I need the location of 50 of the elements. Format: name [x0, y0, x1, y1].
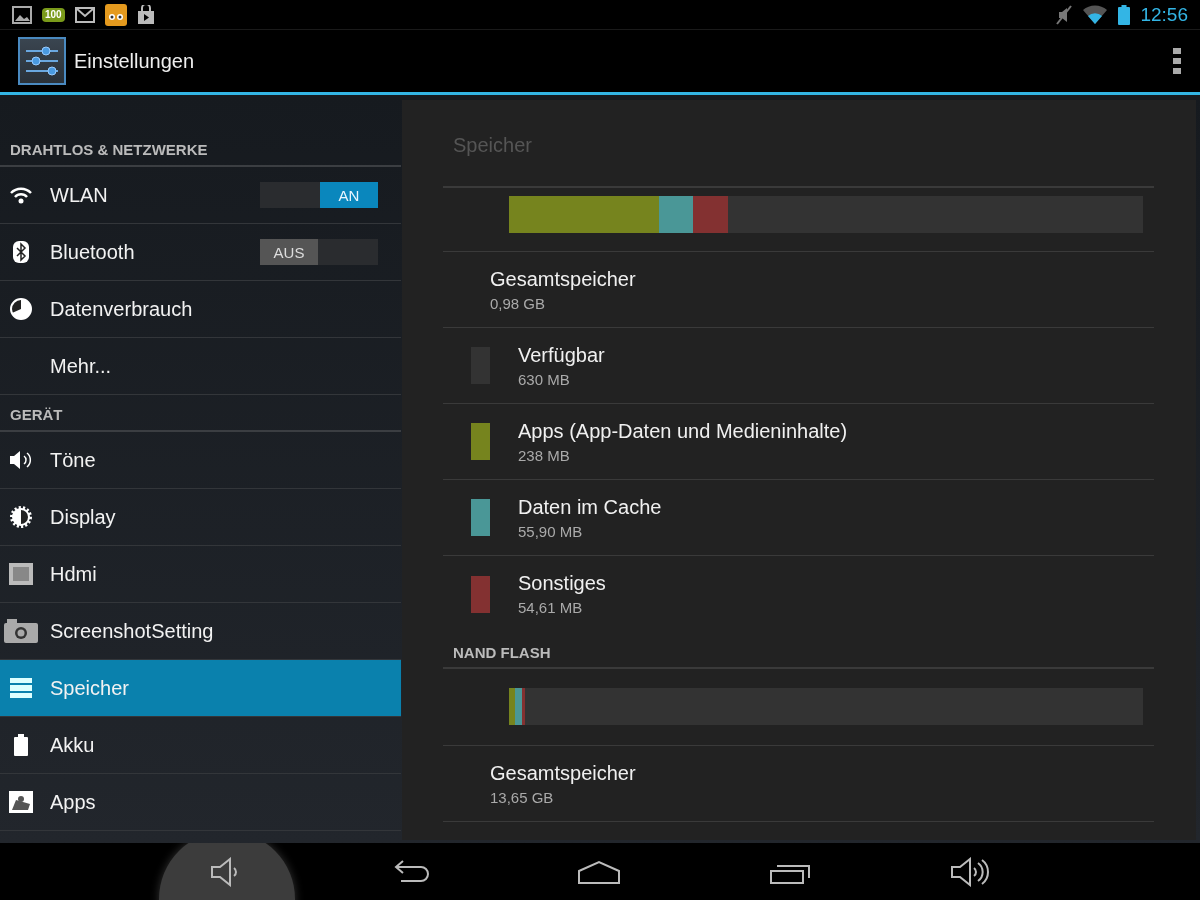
sliders-icon — [24, 45, 60, 77]
storage-icon — [10, 678, 32, 698]
storage-value: 13,65 GB — [490, 788, 555, 806]
overflow-menu-icon[interactable] — [1172, 48, 1182, 74]
storage-value: 0,98 GB — [490, 294, 547, 312]
settings-item[interactable]: Akku — [0, 717, 401, 774]
settings-item[interactable]: Datenverbrauch — [0, 281, 401, 338]
mail-icon — [74, 6, 95, 23]
storage-value: 54,61 MB — [518, 599, 584, 616]
screen-icon — [9, 563, 33, 585]
brightness-icon — [9, 505, 33, 529]
app-icon — [104, 3, 127, 26]
picture-icon — [12, 5, 32, 24]
storage-label: Sonstiges — [518, 572, 606, 595]
settings-item[interactable]: Mehr... — [0, 338, 401, 395]
battery-icon — [14, 734, 28, 756]
bluetooth-icon — [13, 241, 29, 263]
section-header: DRAHTLOS & NETZWERKE — [0, 95, 401, 167]
clock-time: 12:56 — [1140, 3, 1188, 26]
speaker-icon — [9, 449, 33, 471]
storage-label: Verfügbar — [518, 343, 605, 367]
settings-item[interactable]: Display — [0, 489, 401, 546]
wifi-icon — [1082, 4, 1109, 25]
battery-icon — [1118, 4, 1131, 25]
settings-item[interactable]: Speicher — [0, 660, 401, 717]
storage-label: Gesamtspeicher — [490, 267, 636, 291]
settings-item[interactable]: Apps — [0, 774, 401, 831]
notification-badge: 100 — [42, 7, 65, 22]
toggle-switch[interactable]: AN — [260, 182, 378, 208]
volume-up-icon[interactable] — [950, 857, 990, 887]
android-image-icon — [9, 791, 33, 813]
storage-value: 630 MB — [518, 370, 571, 388]
pie-chart-icon — [10, 298, 32, 320]
app-title: Einstellungen — [74, 49, 196, 73]
toggle-switch[interactable]: AUS — [260, 239, 378, 265]
shopping-bag-icon — [136, 4, 155, 25]
section-header: NAND FLASH — [443, 632, 1154, 669]
settings-item[interactable]: WLAN AN — [0, 167, 401, 224]
mute-icon — [1056, 4, 1073, 25]
storage-label: Apps (App-Daten und Medieninhalte) — [518, 419, 848, 443]
storage-label: Daten im Cache — [518, 495, 662, 519]
settings-item[interactable]: Hdmi — [0, 546, 401, 603]
settings-item[interactable]: Bluetooth AUS — [0, 224, 401, 281]
section-header: GERÄT — [0, 395, 401, 432]
storage-value: 55,90 MB — [518, 522, 584, 540]
storage-label: Gesamtspeicher — [490, 761, 636, 785]
wifi-icon — [9, 186, 33, 204]
storage-value: 238 MB — [518, 446, 571, 464]
camera-icon — [4, 619, 38, 643]
settings-item[interactable]: Töne — [0, 432, 401, 489]
